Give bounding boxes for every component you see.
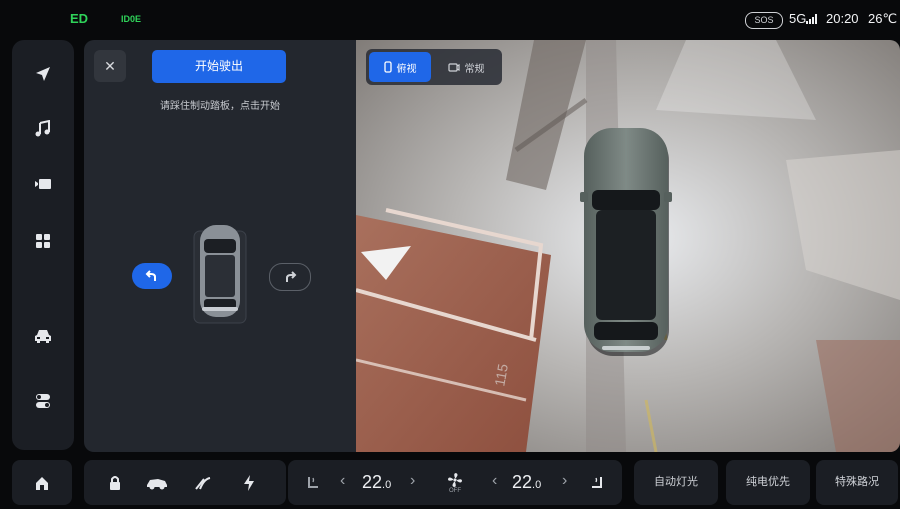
sidebar <box>12 40 74 450</box>
car-topview-small <box>193 225 247 324</box>
vehicle-quick-controls <box>84 460 286 505</box>
car-side-button[interactable] <box>142 460 172 505</box>
left-temperature-dec: .0 <box>382 479 392 491</box>
car-side-icon <box>147 478 167 489</box>
status-bar: ED ID0E SOS 5G 20:20 26℃ <box>0 0 900 38</box>
car-icon <box>35 330 51 343</box>
charging-icon <box>244 474 254 491</box>
charging-button[interactable] <box>234 460 264 505</box>
sidebar-item-controls[interactable] <box>27 385 59 417</box>
clock: 20:20 <box>826 11 859 26</box>
right-temperature-int: 22 <box>512 472 533 492</box>
sidebar-item-video[interactable] <box>27 168 59 200</box>
turn-right-arrow-icon <box>286 271 297 282</box>
camera-icon <box>447 62 460 72</box>
sidebar-item-apps[interactable] <box>27 225 59 257</box>
right-temperature: 22.0 <box>512 471 541 496</box>
right-temp-decrease[interactable]: ‹ <box>492 472 497 490</box>
tab-normal-view-label: 常规 <box>464 63 485 75</box>
seat-heat-left-icon <box>308 476 318 488</box>
gear-indicator: ED <box>70 11 89 26</box>
fan-button[interactable]: OFF <box>438 460 472 505</box>
bottom-dock: ‹ 22.0 › OFF ‹ 22.0 › 自动灯光 纯电优先 特殊路况 <box>12 460 898 505</box>
wiper-icon <box>195 476 211 490</box>
climate-controls: ‹ 22.0 › OFF ‹ 22.0 › <box>288 460 622 505</box>
fan-icon <box>448 472 462 487</box>
network-label: 5G <box>789 11 807 26</box>
left-temp-decrease[interactable]: ‹ <box>340 472 345 490</box>
tab-normal-view[interactable]: 常规 <box>434 52 498 82</box>
close-button[interactable]: ✕ <box>94 50 126 82</box>
start-exit-button[interactable]: 开始驶出 <box>152 50 286 83</box>
brake-hint: 请踩住制动踏板，点击开始 <box>160 101 280 112</box>
home-button[interactable] <box>12 460 72 505</box>
turn-left-arrow-icon <box>145 270 156 281</box>
right-temp-increase[interactable]: › <box>562 472 567 490</box>
left-seat-heat-button[interactable] <box>298 460 328 505</box>
toggle-icon <box>36 394 50 408</box>
surround-view-image <box>356 40 900 452</box>
camera-view[interactable] <box>356 40 900 452</box>
car-topview-large <box>580 128 672 356</box>
lock-button[interactable] <box>100 460 130 505</box>
camera-view-toggle: 俯视 常规 <box>366 49 502 85</box>
fan-status: OFF <box>449 487 461 494</box>
ev-priority-button[interactable]: 纯电优先 <box>726 460 810 505</box>
sidebar-item-vehicle[interactable] <box>27 320 59 352</box>
video-camera-icon <box>35 179 51 189</box>
temperature-readout: 26℃ <box>868 11 898 26</box>
left-temp-increase[interactable]: › <box>410 472 415 490</box>
right-temperature-dec: .0 <box>532 479 542 491</box>
home-icon <box>36 476 48 490</box>
light-indicator: ID0E <box>121 14 142 24</box>
seat-heat-right-icon <box>592 476 602 488</box>
left-temperature-int: 22 <box>362 472 383 492</box>
left-temperature: 22.0 <box>362 471 391 496</box>
sidebar-item-music[interactable] <box>27 113 59 145</box>
music-note-icon <box>35 120 50 137</box>
turn-left-button[interactable] <box>132 263 172 289</box>
auto-lights-button[interactable]: 自动灯光 <box>634 460 718 505</box>
wiper-button[interactable] <box>188 460 218 505</box>
sidebar-item-navigation[interactable] <box>27 58 59 90</box>
tab-top-view-label: 俯视 <box>396 63 417 75</box>
sos-badge[interactable]: SOS <box>745 12 783 29</box>
lock-icon <box>110 475 120 490</box>
phone-portrait-icon <box>383 61 392 73</box>
special-road-button[interactable]: 特殊路况 <box>816 460 898 505</box>
app-grid-icon <box>36 234 50 248</box>
tab-top-view[interactable]: 俯视 <box>369 52 431 82</box>
turn-right-button[interactable] <box>269 263 311 291</box>
signal-icon <box>806 14 817 24</box>
close-icon: ✕ <box>104 57 116 74</box>
right-seat-heat-button[interactable] <box>582 460 612 505</box>
parking-panel: ✕ 开始驶出 请踩住制动踏板，点击开始 <box>84 40 356 452</box>
navigation-arrow-icon <box>36 67 50 81</box>
